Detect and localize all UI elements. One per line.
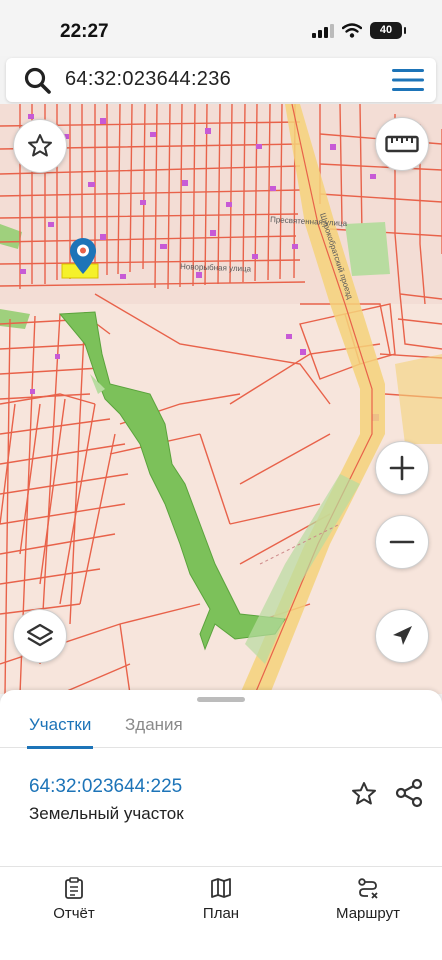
parcel-result-item[interactable]: 64:32:023644:225 Земельный участок [0, 776, 442, 856]
layers-button[interactable] [13, 609, 67, 663]
nav-item-report[interactable]: Отчёт [46, 877, 102, 922]
my-location-button[interactable] [375, 609, 429, 663]
sheet-tabs: Участки Здания [0, 704, 442, 749]
plus-icon [389, 455, 415, 481]
ruler-icon [385, 135, 419, 153]
map-canvas[interactable]: Пресвятенная улица Новорыбная улица Широ… [0, 104, 442, 694]
minus-icon [389, 540, 415, 544]
parcel-bottom-sheet[interactable]: Участки Здания 64:32:023644:225 Земельны… [0, 690, 442, 866]
nav-item-route[interactable]: Маршрут [330, 877, 406, 922]
nav-label-plan: План [202, 905, 240, 922]
tab-buildings[interactable]: Здания [125, 710, 183, 748]
favorite-button[interactable] [13, 119, 67, 173]
layers-icon [26, 623, 54, 647]
sheet-drag-handle[interactable] [197, 697, 245, 702]
cadastral-number-link[interactable]: 64:32:023644:225 [29, 776, 182, 798]
wifi-icon [342, 23, 362, 38]
nav-item-plan[interactable]: План [193, 877, 249, 922]
report-icon [65, 877, 83, 899]
status-icons: 40 [312, 22, 406, 39]
search-bar[interactable]: 64:32:023644:236 [6, 58, 436, 102]
star-outline-icon [28, 134, 52, 157]
hamburger-menu-icon[interactable] [392, 68, 424, 92]
location-pin-icon[interactable] [70, 238, 96, 274]
zoom-out-button[interactable] [375, 515, 429, 569]
search-input[interactable]: 64:32:023644:236 [65, 68, 231, 91]
bottom-navigation: Отчёт План Маршрут [0, 866, 442, 960]
tab-parcels[interactable]: Участки [26, 710, 94, 749]
share-icon[interactable] [394, 778, 424, 808]
status-time: 22:27 [60, 21, 109, 42]
cadastral-map[interactable]: Пресвятенная улица Новорыбная улица Широ… [0, 104, 442, 694]
favorite-star-icon[interactable] [350, 780, 378, 808]
status-bar: 22:27 40 [0, 0, 442, 56]
parcel-type-label: Земельный участок [29, 804, 184, 823]
ruler-button[interactable] [375, 117, 429, 171]
cellular-signal-icon [312, 23, 334, 38]
battery-icon: 40 [370, 22, 406, 39]
route-icon [358, 878, 378, 899]
search-icon[interactable] [23, 66, 53, 96]
zoom-in-button[interactable] [375, 441, 429, 495]
nav-label-report: Отчёт [53, 905, 95, 922]
navigation-arrow-icon [393, 626, 412, 645]
nav-label-route: Маршрут [336, 905, 400, 922]
map-plan-icon [211, 878, 231, 898]
